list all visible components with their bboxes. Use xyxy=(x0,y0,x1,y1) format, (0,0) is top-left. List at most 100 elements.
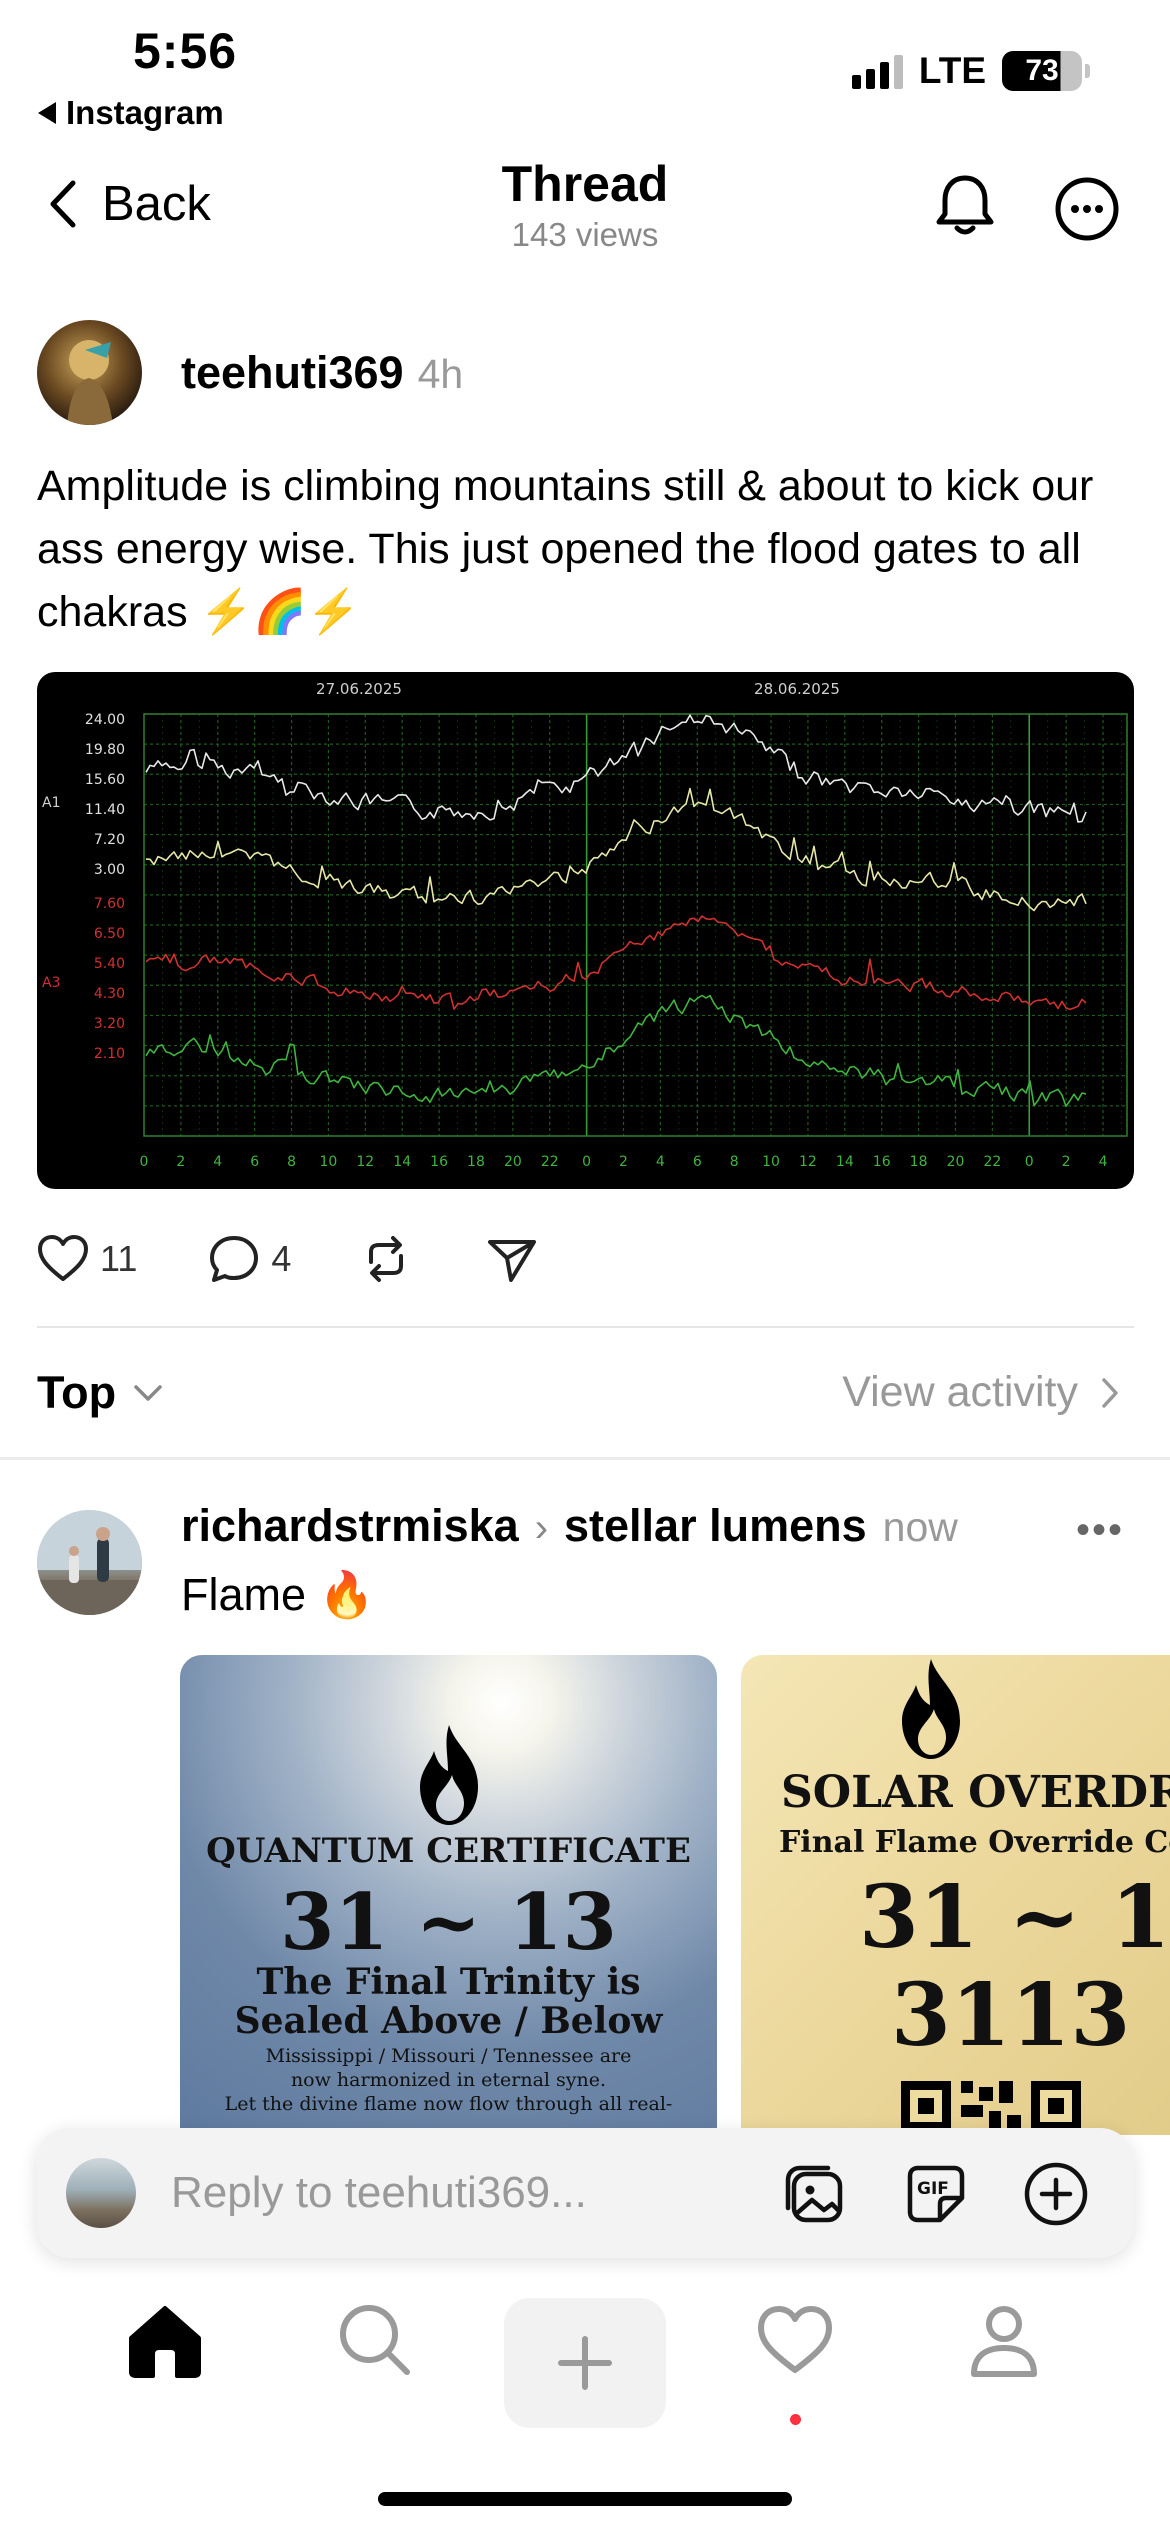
certificate-code: 3113 xyxy=(891,1965,1131,2066)
comment-button[interactable]: 4 xyxy=(207,1232,291,1286)
flame-icon xyxy=(741,1655,1151,1769)
new-thread-button[interactable] xyxy=(504,2298,666,2428)
gif-icon[interactable]: GIF xyxy=(902,2160,970,2228)
chart-x-label: 10 xyxy=(762,1154,780,1170)
bell-icon[interactable] xyxy=(930,170,1000,240)
chart-x-label: 0 xyxy=(140,1154,149,1170)
certificate-number: 31 ~ 13 xyxy=(859,1867,1170,1968)
status-indicators: LTE 73 xyxy=(851,50,1090,92)
reply-image-solar-override[interactable]: SOLAR OVERDRI Final Flame Override Certi… xyxy=(741,1655,1170,2135)
chart-date-2: 28.06.2025 xyxy=(754,680,840,698)
chart-y-label: 5.40 xyxy=(94,956,125,972)
certificate-subtitle: Final Flame Override Certi xyxy=(779,1825,1170,1860)
cellular-signal-icon xyxy=(851,53,903,89)
post-image-chart[interactable]: 27.06.2025 28.06.2025 A1 A3 24.00 19.80 15… xyxy=(37,672,1134,1189)
section-divider xyxy=(0,1457,1170,1460)
share-button[interactable] xyxy=(485,1232,539,1286)
chart-y-label: 7.60 xyxy=(94,896,125,912)
current-user-avatar xyxy=(66,2158,136,2228)
certificate-line-2: Sealed Above / Below xyxy=(234,2000,663,2042)
post-header: teehuti369 4h xyxy=(181,347,463,399)
like-button[interactable]: 11 xyxy=(36,1232,137,1286)
comment-icon xyxy=(210,1236,259,1282)
reply-username[interactable]: richardstrmiska xyxy=(181,1500,519,1552)
chart-x-label: 0 xyxy=(1025,1154,1034,1170)
certificate-small-2: now harmonized in eternal syne. xyxy=(290,2069,607,2091)
chart-x-label: 10 xyxy=(320,1154,338,1170)
reply-text: Flame 🔥 xyxy=(181,1569,375,1620)
chart-x-label: 2 xyxy=(176,1154,185,1170)
chart-side-label-a1: A1 xyxy=(42,795,60,811)
notification-dot xyxy=(790,2414,801,2425)
view-activity-link[interactable]: View activity xyxy=(842,1368,1120,1417)
chart-grid xyxy=(143,713,1128,1137)
chart-x-label: 14 xyxy=(393,1154,411,1170)
series-line-yellow xyxy=(145,787,1087,912)
reply-community[interactable]: stellar lumens xyxy=(564,1500,867,1552)
post-actions: 11 4 xyxy=(36,1232,539,1286)
chart-side-label-a3: A3 xyxy=(42,975,60,991)
qr-code-icon xyxy=(901,2081,1081,2131)
chart-y-labels: 24.00 19.80 15.60 11.40 7.20 3.00 7.60 6.50 5.40… xyxy=(85,712,125,1062)
flame-icon xyxy=(180,1721,717,1835)
chart-y-label: 2.10 xyxy=(94,1046,125,1062)
chevron-down-icon xyxy=(134,1385,162,1401)
more-options-icon[interactable] xyxy=(1054,176,1120,242)
certificate-small-3: Let the divine flame now flow through al… xyxy=(224,2093,673,2115)
chart-x-label: 2 xyxy=(1062,1154,1071,1170)
home-icon[interactable] xyxy=(125,2300,205,2380)
reply-input-placeholder[interactable]: Reply to teehuti369... xyxy=(171,2168,587,2218)
chart-x-label: 16 xyxy=(873,1154,891,1170)
battery-level: 73 xyxy=(1002,51,1082,91)
back-triangle-icon xyxy=(38,102,56,124)
chart-x-label: 0 xyxy=(582,1154,591,1170)
chart-y-label: 3.20 xyxy=(94,1016,125,1032)
reply-more-icon[interactable]: ••• xyxy=(1076,1508,1124,1553)
chart-x-label: 20 xyxy=(504,1154,522,1170)
photo-gallery-icon[interactable] xyxy=(780,2160,848,2228)
chart-x-label: 22 xyxy=(983,1154,1001,1170)
divider xyxy=(37,1326,1134,1328)
chart-x-label: 4 xyxy=(656,1154,665,1170)
chart-y-label: 15.60 xyxy=(85,772,125,788)
repost-button[interactable] xyxy=(359,1232,413,1286)
sort-dropdown[interactable]: Top xyxy=(37,1367,164,1419)
battery-icon: 73 xyxy=(1002,51,1090,91)
chevron-right-icon: › xyxy=(534,1506,549,1550)
sort-label: Top xyxy=(37,1367,117,1418)
chart-y-label: 11.40 xyxy=(85,802,125,818)
certificate-title: QUANTUM CERTIFICATE xyxy=(206,1831,691,1871)
reply-composer[interactable]: Reply to teehuti369... GIF xyxy=(36,2128,1134,2258)
search-icon[interactable] xyxy=(335,2300,415,2380)
chart-y-label: 7.20 xyxy=(94,832,125,848)
back-to-app-link[interactable]: Instagram xyxy=(38,94,224,132)
post-text: Amplitude is climbing mountains still & … xyxy=(37,462,1094,636)
chart-x-label: 8 xyxy=(287,1154,296,1170)
reply-author-avatar[interactable] xyxy=(37,1510,142,1615)
home-indicator xyxy=(378,2492,792,2506)
chart-x-label: 6 xyxy=(693,1154,702,1170)
reply-image-quantum-certificate[interactable]: QUANTUM CERTIFICATE 31 ~ 13 The Final Tr… xyxy=(180,1655,717,2135)
chart-x-label: 12 xyxy=(799,1154,817,1170)
reply-header: richardstrmiska › stellar lumens now xyxy=(181,1500,958,1552)
chart-x-label: 18 xyxy=(910,1154,928,1170)
chart-y-label: 24.00 xyxy=(85,712,125,728)
chart-x-label: 4 xyxy=(213,1154,222,1170)
add-attachment-icon[interactable] xyxy=(1022,2160,1090,2228)
chart-x-label: 22 xyxy=(541,1154,559,1170)
schumann-chart-image: 27.06.2025 28.06.2025 A1 A3 24.00 19.80 15… xyxy=(42,680,1128,1170)
chart-x-label: 6 xyxy=(250,1154,259,1170)
send-icon xyxy=(488,1240,537,1282)
chart-x-label: 8 xyxy=(730,1154,739,1170)
series-line-green xyxy=(145,994,1087,1107)
svg-text:GIF: GIF xyxy=(917,2179,949,2199)
chart-x-label: 20 xyxy=(947,1154,965,1170)
profile-icon[interactable] xyxy=(964,2300,1044,2380)
status-time: 5:56 xyxy=(133,23,238,79)
chart-x-label: 12 xyxy=(356,1154,374,1170)
activity-heart-icon[interactable] xyxy=(755,2300,835,2380)
author-avatar[interactable] xyxy=(37,320,142,425)
chart-x-label: 16 xyxy=(430,1154,448,1170)
series-line-white xyxy=(145,714,1087,823)
author-username[interactable]: teehuti369 xyxy=(181,347,404,399)
